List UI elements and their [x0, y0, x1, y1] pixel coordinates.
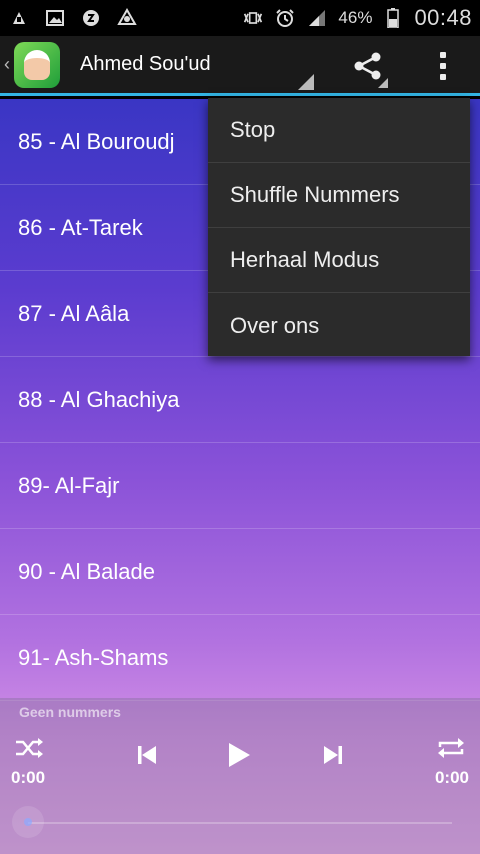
menu-item-label: Shuffle Nummers	[230, 182, 400, 207]
overflow-menu-icon[interactable]	[428, 44, 458, 88]
play-icon[interactable]	[224, 740, 254, 770]
share-corner-icon	[378, 78, 388, 88]
track-item[interactable]: 91- Ash-Shams	[0, 615, 480, 701]
action-bar: ‹ Ahmed Sou'ud	[0, 36, 480, 96]
menu-item-label: Over ons	[230, 312, 320, 338]
track-item[interactable]: 90 - Al Balade	[0, 529, 480, 615]
track-title: 85 - Al Bouroudj	[18, 128, 175, 154]
alarm-icon	[274, 7, 296, 29]
elapsed-time: 0:00	[11, 768, 46, 787]
total-time: 0:00	[434, 768, 469, 787]
status-bar: 46% 00:48	[0, 0, 480, 36]
shuffle-icon[interactable]	[12, 736, 46, 760]
seek-bar[interactable]	[28, 822, 452, 824]
seek-thumb[interactable]	[12, 806, 44, 838]
track-title: 86 - At-Tarek	[18, 214, 143, 240]
app-title: Ahmed Sou'ud	[80, 53, 211, 75]
menu-item-repeat-mode[interactable]: Herhaal Modus	[208, 228, 470, 293]
vibrate-nfc-icon	[242, 7, 264, 29]
track-title: 90 - Al Balade	[18, 558, 155, 584]
image-icon	[44, 7, 66, 29]
battery-icon	[382, 7, 404, 29]
repeat-icon[interactable]	[434, 736, 468, 760]
menu-item-stop[interactable]: Stop	[208, 98, 470, 163]
usb-debug-icon	[8, 7, 30, 29]
player-panel: Geen nummers 0:00 0:00	[0, 698, 480, 854]
menu-item-about[interactable]: Over ons	[208, 293, 470, 358]
track-item[interactable]: 88 - Al Ghachiya	[0, 357, 480, 443]
up-caret-icon[interactable]: ‹	[4, 54, 14, 75]
clock: 00:48	[414, 5, 472, 30]
app-notification-icon	[80, 7, 102, 29]
app-logo-icon[interactable]	[14, 41, 60, 88]
track-title: 87 - Al Aâla	[18, 300, 130, 326]
track-item[interactable]: 89- Al-Fajr	[0, 443, 480, 529]
menu-item-shuffle[interactable]: Shuffle Nummers	[208, 163, 470, 228]
next-icon[interactable]	[320, 742, 346, 768]
menu-item-label: Stop	[230, 117, 276, 142]
signal-icon	[306, 7, 328, 29]
battery-percent: 46%	[338, 8, 373, 27]
track-title: 88 - Al Ghachiya	[18, 386, 180, 412]
menu-item-label: Herhaal Modus	[230, 247, 380, 272]
track-title: 89- Al-Fajr	[18, 472, 120, 498]
sync-triangle-icon	[116, 7, 138, 29]
previous-icon[interactable]	[134, 742, 160, 768]
overflow-menu: Stop Shuffle Nummers Herhaal Modus Over …	[208, 98, 470, 356]
spinner-corner-icon	[298, 74, 314, 90]
track-title: 91- Ash-Shams	[18, 644, 169, 670]
now-playing-label: Geen nummers	[19, 704, 121, 720]
